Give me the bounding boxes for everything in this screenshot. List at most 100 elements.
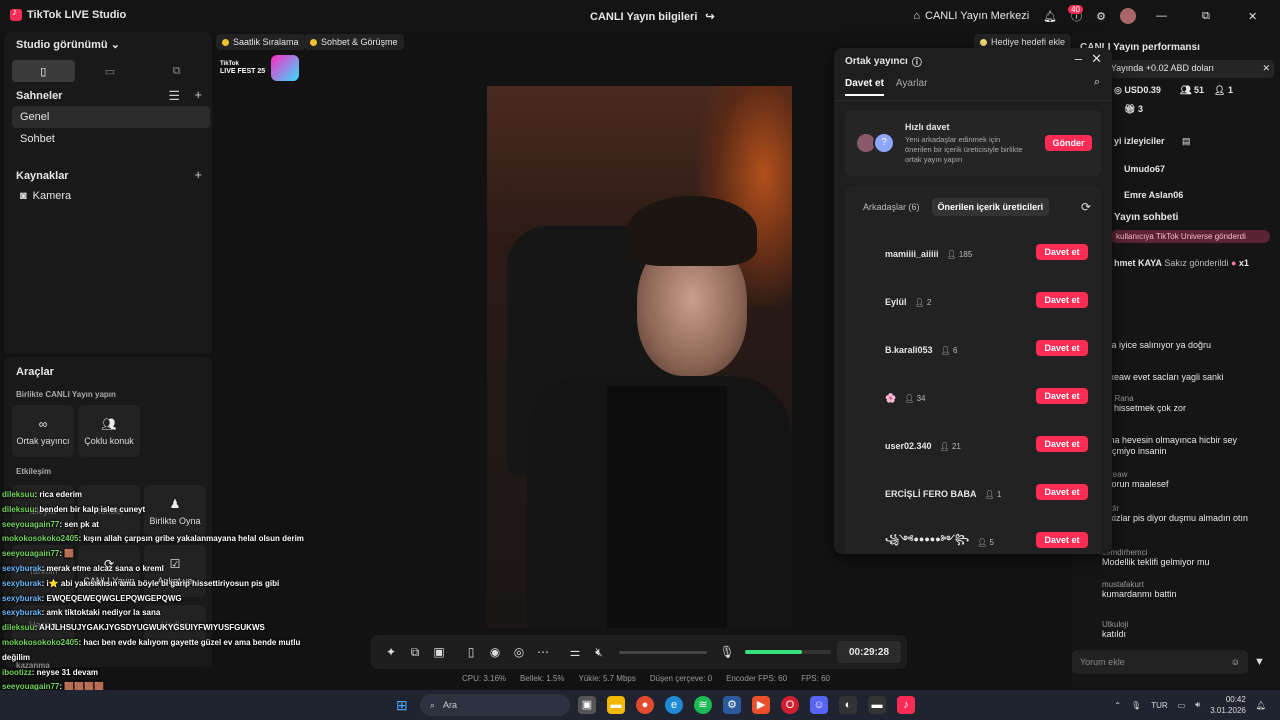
volume-slider[interactable] [619,650,707,654]
chat-text: ama hevesin olmayınca hicbir sey geçmiyo… [1102,435,1238,456]
tab-settings[interactable]: Ayarlar [896,78,928,96]
invite-button[interactable]: Davet et [1036,532,1088,548]
refresh-icon[interactable]: ⟳ [1081,200,1091,214]
minimize-button[interactable]: — [1156,10,1188,22]
chrome-icon[interactable]: ● [636,696,654,714]
search-icon[interactable]: ⌕ [1094,76,1100,89]
settings-button[interactable]: ⚙ [1096,10,1106,23]
invite-button[interactable]: Davet et [1036,340,1088,356]
overlay-chat-line: seeyouagain77: sen pk at [2,519,99,529]
discord-icon[interactable]: ☺ [810,696,828,714]
capture-icon[interactable]: ◎ [507,645,531,659]
profile-avatar[interactable] [1120,8,1136,24]
explorer-icon[interactable]: ▬ [607,696,625,714]
chat-text: ı sorun maalesef [1102,479,1169,489]
clock[interactable]: 00:42 3.01.2026 [1210,694,1246,716]
minimize-modal-button[interactable]: – [1075,51,1082,66]
chat-icon [310,38,317,46]
live-center-button[interactable]: ⌂ CANLI Yayın Merkezi [913,10,1029,22]
steam-icon[interactable]: ⚙ [723,696,741,714]
divider [834,100,1112,101]
media-icon[interactable]: ▶ [752,696,770,714]
fest-graphic-icon [271,55,300,81]
invite-button[interactable]: Davet et [1036,484,1088,500]
magic-icon[interactable]: ✦ [379,645,403,659]
taskbar-search[interactable]: ⌕ Ara [420,694,570,716]
tab-dual[interactable]: ⧉ [145,60,208,82]
maximize-button[interactable]: ⧉ [1202,10,1234,23]
live-timer: 00:29:28 [837,641,901,663]
app-icon[interactable]: ▬ [868,696,886,714]
spotify-icon[interactable]: ≋ [694,696,712,714]
invite-button[interactable]: Davet et [1036,388,1088,404]
notifications-button[interactable]: 🔔︎ [1043,10,1057,23]
tab-invite[interactable]: Davet et [845,78,884,96]
person-icon: 👤︎ [946,249,959,259]
scene-item-chat[interactable]: Sohbet [12,128,210,150]
universe-banner: kullanıcıya TikTok Universe gönderdi [1110,230,1270,243]
cohost-modal: Ortak yayıncı ⓘ – ✕ Davet et Ayarlar ⌕ ?… [834,48,1112,554]
send-icon[interactable]: ▼ [1254,656,1265,668]
invite-button[interactable]: Davet et [1036,244,1088,260]
emoji-icon[interactable]: ☺ [1231,650,1240,674]
tools-title: Araçlar [16,366,54,378]
obs-icon[interactable]: ◐ [839,696,857,714]
microphone-icon[interactable]: 🎙︎ [715,645,739,659]
opera-icon[interactable]: O [781,696,799,714]
person-icon: 👤︎ [939,441,952,451]
multi-guest-tool-button[interactable]: 👥︎ Çoklu konuk [78,405,140,457]
add-scene-button[interactable]: + [194,87,202,102]
close-note-icon[interactable]: ✕ [1262,63,1270,74]
tiktok-studio-icon[interactable]: ♪ [897,696,915,714]
share-icon: ↪ [705,11,715,23]
close-button[interactable]: ✕ [1248,10,1280,23]
more-icon[interactable]: ⋯ [531,645,555,659]
live-info-button[interactable]: CANLI Yayın bilgileri ↪ [590,10,715,24]
user-name: ERCİŞLİ FERO BABA [885,489,977,499]
record-icon[interactable]: ◉ [483,645,507,659]
windows-start-icon[interactable]: ⊞ [396,697,408,714]
cohost-user-row: ERCİŞLİ FERO BABA 👤︎ 1 Davet et [885,484,1095,504]
chat-message: nca iyice salınıyor ya doğru [1102,340,1272,351]
tab-friends[interactable]: Arkadaşlar (6) [857,198,926,216]
layout-icon[interactable]: ▣ [427,645,451,659]
microphone-icon[interactable]: 🎙︎ [1131,701,1141,710]
viewer-item[interactable]: Umudo67 [1124,164,1165,174]
volume-icon[interactable]: 🔊︎ [1195,700,1200,710]
gum-icon: ● [1230,258,1237,268]
edge-icon[interactable]: e [665,696,683,714]
chat-meet-chip[interactable]: Sohbet & Görüşme [304,34,404,50]
phone-icon[interactable]: ▯ [459,645,483,659]
chevron-up-icon[interactable]: ⌃ [1114,701,1121,710]
viewers-list-icon[interactable]: ▤ [1182,136,1191,147]
person-icon: 👤︎ [904,393,917,403]
add-source-button[interactable]: + [194,167,202,182]
source-item-camera[interactable]: ◙ Kamera [12,185,210,207]
scene-item-general[interactable]: Genel [12,106,210,128]
hourly-ranking-chip[interactable]: Saatlik Sıralama [216,34,305,50]
tab-landscape[interactable]: ▭ [79,60,142,82]
camera-icon: ◙ [20,190,27,202]
invite-button[interactable]: Davet et [1036,292,1088,308]
tab-portrait[interactable]: ▯ [12,60,75,82]
invite-button[interactable]: Davet et [1036,436,1088,452]
viewer-item[interactable]: Emre Aslan06 [1124,190,1183,198]
sliders-icon[interactable]: ⚌ [563,645,587,659]
notification-center-icon[interactable]: 🔔︎ [1256,701,1266,710]
tab-recommended[interactable]: Önerilen içerik üreticileri [931,198,1050,216]
modal-title: Ortak yayıncı ⓘ [845,54,922,69]
effects-icon[interactable]: ⧉ [403,645,427,660]
question-icon: ? [873,132,895,154]
list-icon[interactable]: ☰ [168,88,180,104]
speaker-muted-icon[interactable]: 🔇︎ [587,645,611,660]
overlay-chat-line: dileksuu: AHJLHSUJYGAKJYGSDYUGWUKYGSUIYF… [2,623,265,633]
cohost-tool-button[interactable]: ∞ Ortak yayıncı [12,405,74,457]
close-modal-button[interactable]: ✕ [1091,51,1102,67]
task-view-icon[interactable]: ▣ [578,696,596,714]
network-icon[interactable]: ▭ [1178,701,1186,710]
studio-view-dropdown[interactable]: Studio görünümü ⌄ [16,38,120,51]
help-icon[interactable]: ⓘ [912,54,922,69]
comment-input[interactable]: Yorum ekle ☺ [1072,650,1248,674]
send-button[interactable]: Gönder [1045,135,1092,151]
chat-message: cemdirhemci Modellik teklifi gelmiyor mu [1102,548,1272,568]
